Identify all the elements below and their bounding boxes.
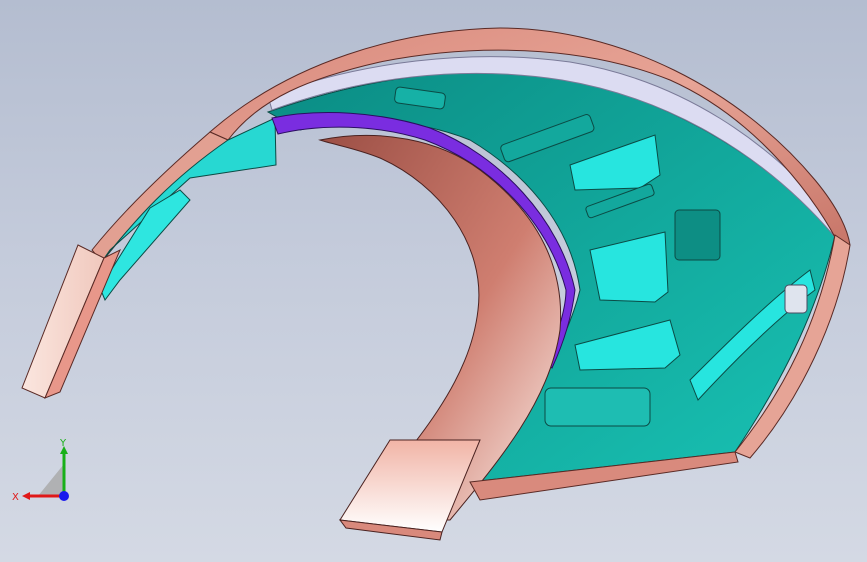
z-axis-dot: [59, 491, 69, 501]
pocket-side: [784, 284, 808, 314]
pocket-bottom: [544, 387, 651, 427]
x-axis-arrow: [22, 492, 30, 500]
triad-plane: [38, 464, 64, 496]
x-axis-label: X: [12, 492, 19, 503]
y-axis-label: Y: [59, 438, 67, 449]
cad-viewport[interactable]: X Y: [0, 0, 867, 562]
right-leg-face: [339, 439, 481, 533]
cad-part-model[interactable]: [0, 0, 867, 562]
axis-triad: X Y: [10, 438, 80, 512]
pocket-square: [674, 209, 721, 261]
left-inner-panel: [102, 117, 277, 261]
